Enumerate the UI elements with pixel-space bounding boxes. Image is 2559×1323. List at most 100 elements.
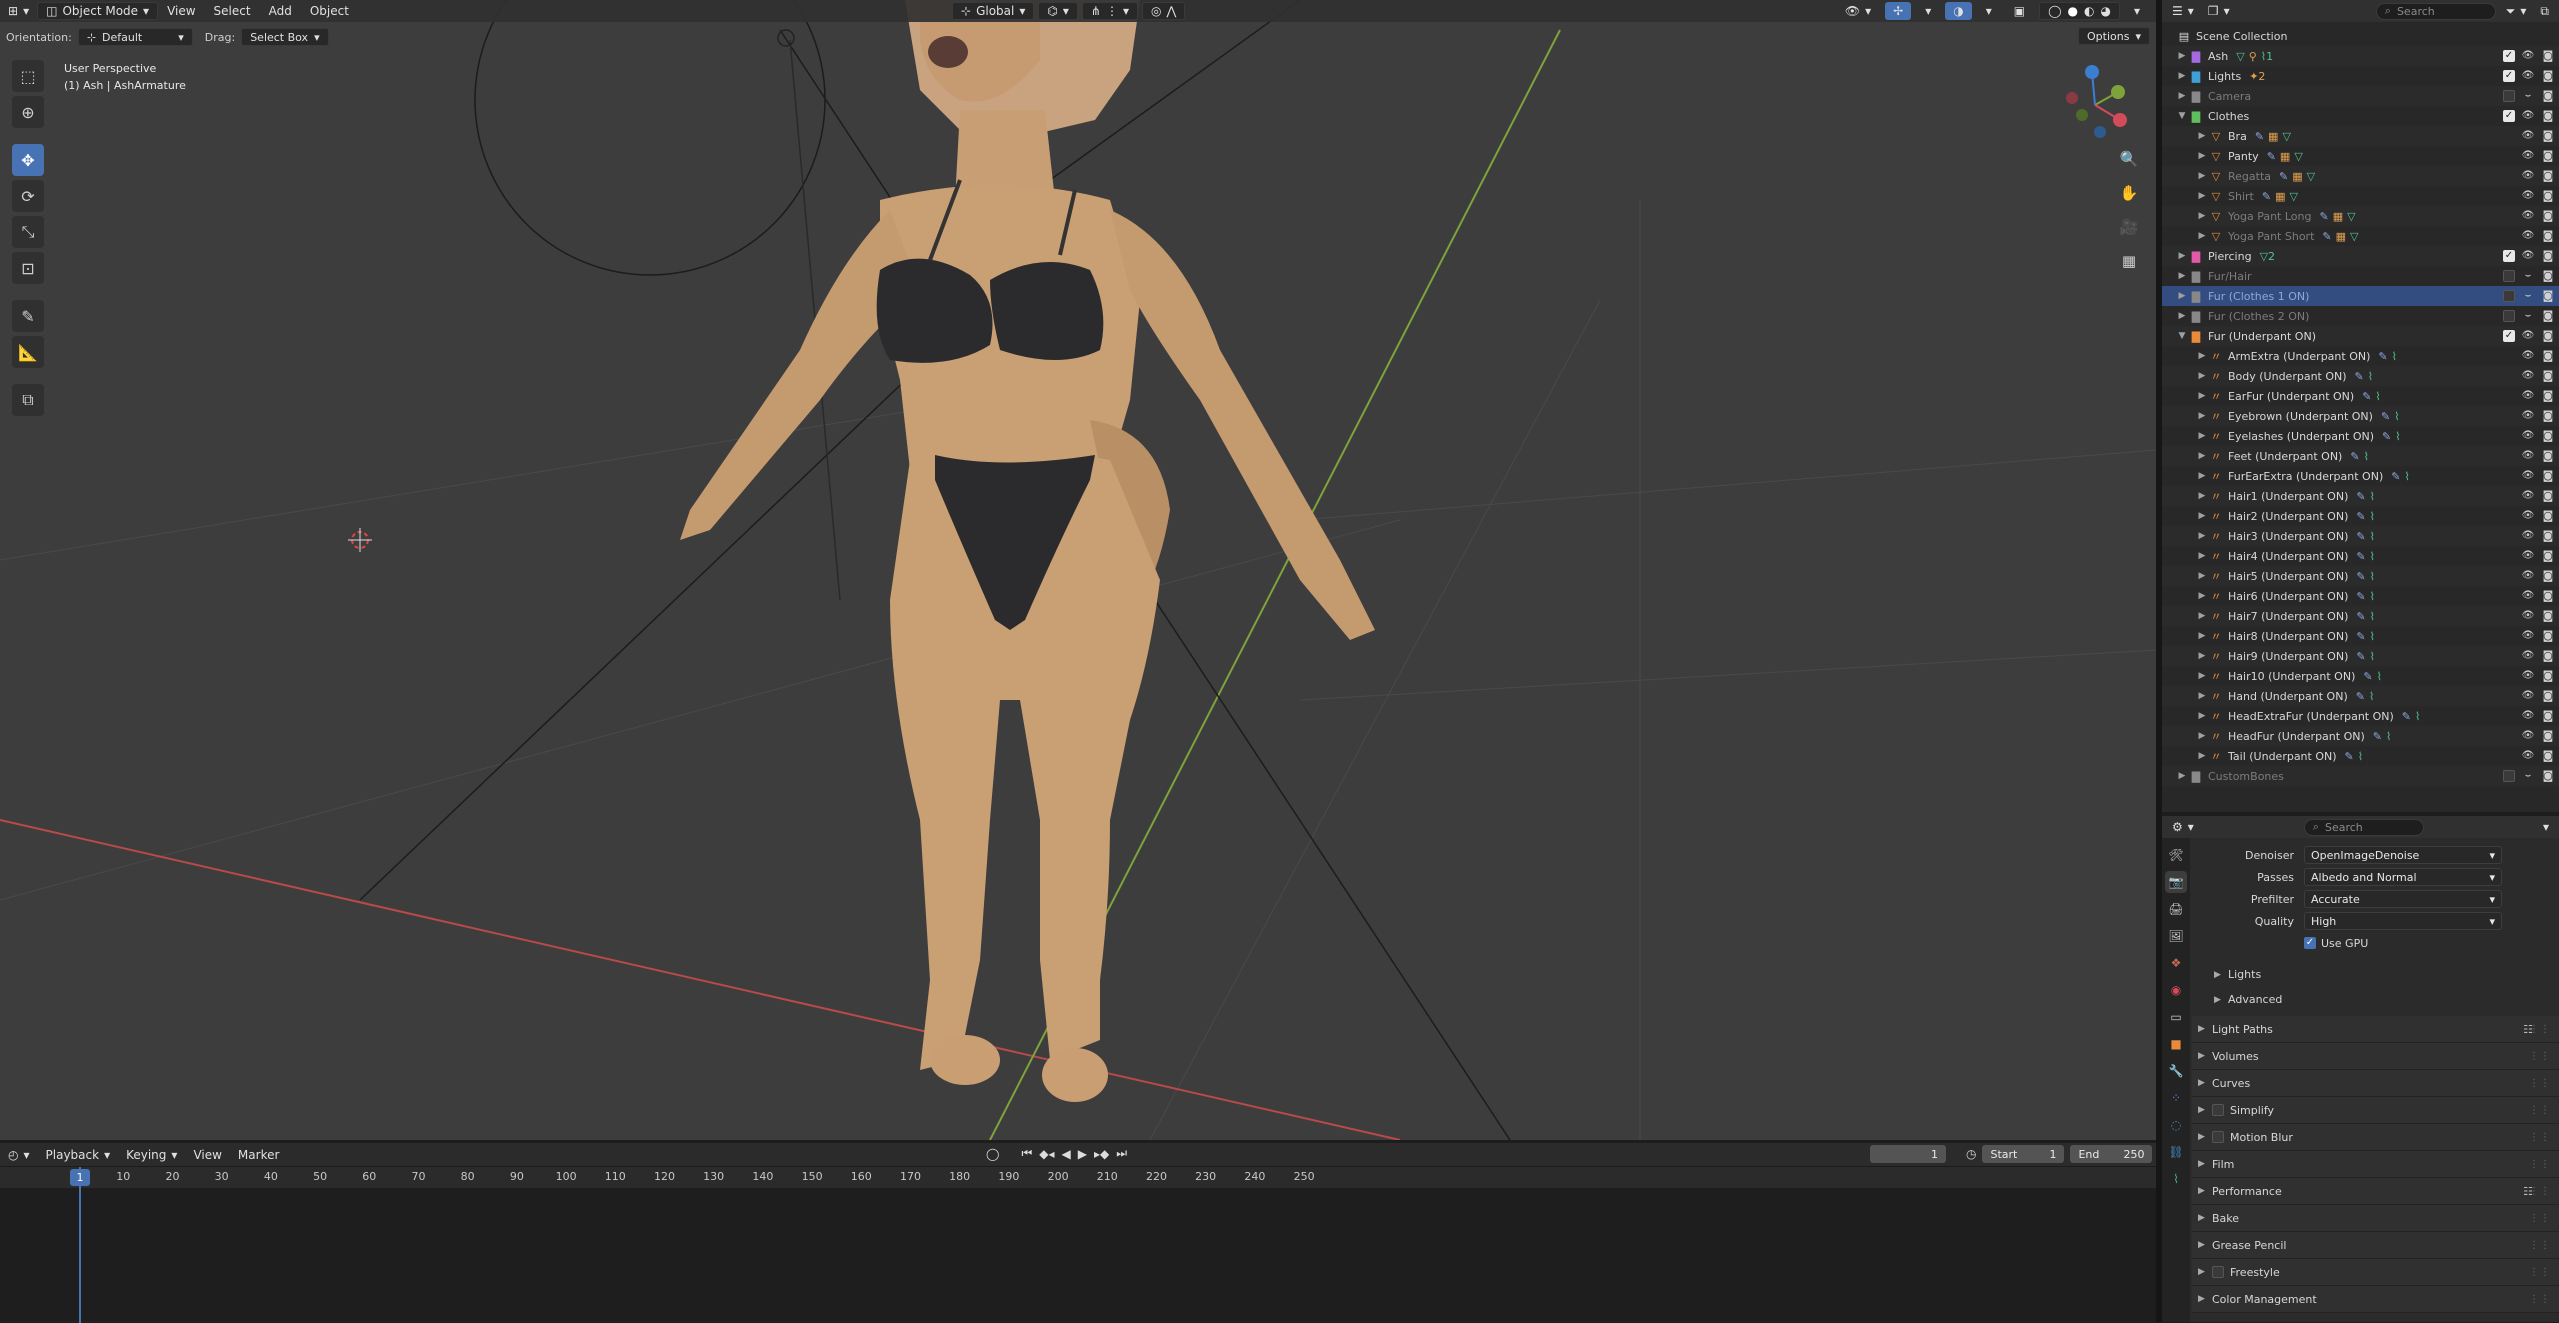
- scene-collection-row[interactable]: ▤ Scene Collection: [2162, 26, 2559, 46]
- menu-add[interactable]: Add: [260, 2, 301, 20]
- chevron-right-icon[interactable]: ▶: [2196, 711, 2208, 721]
- render-camera-icon[interactable]: ◙: [2541, 409, 2555, 422]
- child-data-icon[interactable]: ▦: [2268, 130, 2278, 143]
- drag-handle-icon[interactable]: ⋮⋮: [2529, 1267, 2551, 1278]
- child-data-icon[interactable]: ▽: [2350, 230, 2358, 243]
- drag-handle-icon[interactable]: ⋮⋮: [2529, 1051, 2551, 1062]
- eye-icon[interactable]: 👁: [2521, 430, 2535, 441]
- eye-icon[interactable]: 👁: [2521, 510, 2535, 521]
- chevron-right-icon[interactable]: ▶: [2196, 491, 2208, 501]
- panel-enable-checkbox[interactable]: [2212, 1104, 2224, 1116]
- eye-icon[interactable]: 👁: [2521, 730, 2535, 741]
- chevron-right-icon[interactable]: ▶: [2196, 651, 2208, 661]
- outliner-row-body-underpant-on[interactable]: ▶ 〃 Body (Underpant ON) ✎ ⌇ 👁 ◙: [2162, 366, 2559, 386]
- panel-enable-checkbox[interactable]: [2212, 1131, 2224, 1143]
- child-data-icon[interactable]: ⌇: [2370, 490, 2375, 503]
- tab-object[interactable]: ■: [2165, 1033, 2187, 1055]
- outliner-row-armextra-underpant-on[interactable]: ▶ 〃 ArmExtra (Underpant ON) ✎ ⌇ 👁 ◙: [2162, 346, 2559, 366]
- tab-data[interactable]: ⌇: [2165, 1168, 2187, 1190]
- tab-modifiers[interactable]: 🔧: [2165, 1060, 2187, 1082]
- child-data-icon[interactable]: ⌇: [2415, 710, 2420, 723]
- mode-dropdown[interactable]: ◫ Object Mode ▾: [37, 2, 159, 20]
- render-camera-icon[interactable]: ◙: [2541, 709, 2555, 722]
- outliner-row-lights[interactable]: ▶ ▇ Lights ✦2 ✓ 👁 ◙: [2162, 66, 2559, 86]
- child-data-icon[interactable]: ✎: [2355, 370, 2364, 383]
- chevron-right-icon[interactable]: ▶: [2176, 291, 2188, 301]
- eye-icon[interactable]: 👁: [2521, 610, 2535, 621]
- drag-handle-icon[interactable]: ⋮⋮: [2529, 1186, 2551, 1197]
- transform-orientation-dropdown[interactable]: ⊹ Global ▾: [952, 2, 1035, 20]
- child-data-icon[interactable]: ✎: [2356, 490, 2365, 503]
- play-icon[interactable]: ▶: [1078, 1147, 1087, 1161]
- jump-end-icon[interactable]: ⏭: [1116, 1146, 1127, 1161]
- exclude-checkbox[interactable]: ✓: [2503, 109, 2515, 122]
- outliner-row-hair1-underpant-on[interactable]: ▶ 〃 Hair1 (Underpant ON) ✎ ⌇ 👁 ◙: [2162, 486, 2559, 506]
- wireframe-shading-icon[interactable]: ◯: [2048, 4, 2061, 18]
- start-frame-field[interactable]: Start 1: [1982, 1145, 2065, 1163]
- child-data-icon[interactable]: ✎: [2391, 470, 2400, 483]
- render-camera-icon[interactable]: ◙: [2541, 429, 2555, 442]
- chevron-right-icon[interactable]: ▶: [2196, 471, 2208, 481]
- outliner-row-camera[interactable]: ▶ ▇ Camera ⌣ ◙: [2162, 86, 2559, 106]
- shading-dropdown[interactable]: ▾: [2126, 2, 2148, 20]
- material-shading-icon[interactable]: ◐: [2084, 4, 2094, 18]
- render-camera-icon[interactable]: ◙: [2541, 169, 2555, 182]
- render-camera-icon[interactable]: ◙: [2541, 109, 2555, 122]
- outliner-row-hand-underpant-on[interactable]: ▶ 〃 Hand (Underpant ON) ✎ ⌇ 👁 ◙: [2162, 686, 2559, 706]
- render-camera-icon[interactable]: ◙: [2541, 449, 2555, 462]
- outliner-row-hair8-underpant-on[interactable]: ▶ 〃 Hair8 (Underpant ON) ✎ ⌇ 👁 ◙: [2162, 626, 2559, 646]
- playhead-line[interactable]: [79, 1167, 81, 1323]
- overlays-toggle[interactable]: ◑: [1945, 2, 1972, 20]
- add-cube-tool[interactable]: ⧉: [12, 384, 44, 416]
- outliner-row-bra[interactable]: ▶ ▽ Bra ✎ ▦ ▽ 👁 ◙: [2162, 126, 2559, 146]
- outliner-row-hair6-underpant-on[interactable]: ▶ 〃 Hair6 (Underpant ON) ✎ ⌇ 👁 ◙: [2162, 586, 2559, 606]
- eye-icon[interactable]: 👁: [2521, 230, 2535, 241]
- record-icon[interactable]: ◯: [986, 1147, 999, 1161]
- outliner-row-shirt[interactable]: ▶ ▽ Shirt ✎ ▦ ▽ 👁 ◙: [2162, 186, 2559, 206]
- render-camera-icon[interactable]: ◙: [2541, 129, 2555, 142]
- tab-constraints[interactable]: ⛓: [2165, 1141, 2187, 1163]
- child-data-icon[interactable]: ✎: [2345, 750, 2354, 763]
- chevron-right-icon[interactable]: ▶: [2196, 191, 2208, 201]
- outliner-row-headfur-underpant-on[interactable]: ▶ 〃 HeadFur (Underpant ON) ✎ ⌇ 👁 ◙: [2162, 726, 2559, 746]
- pivot-dropdown[interactable]: ⌬ ▾: [1038, 2, 1078, 20]
- proportional-edit-toggle[interactable]: ◎ ⋀: [1141, 2, 1186, 20]
- render-camera-icon[interactable]: ◙: [2541, 249, 2555, 262]
- outliner-row-feet-underpant-on[interactable]: ▶ 〃 Feet (Underpant ON) ✎ ⌇ 👁 ◙: [2162, 446, 2559, 466]
- chevron-right-icon[interactable]: ▶: [2196, 171, 2208, 181]
- gizmo-dropdown[interactable]: ▾: [1917, 2, 1939, 20]
- child-data-icon[interactable]: ▦: [2333, 210, 2343, 223]
- child-data-icon[interactable]: ✎: [2356, 630, 2365, 643]
- child-data-icon[interactable]: ✎: [2362, 390, 2371, 403]
- child-data-icon[interactable]: ▦: [2292, 170, 2302, 183]
- outliner-row-hair9-underpant-on[interactable]: ▶ 〃 Hair9 (Underpant ON) ✎ ⌇ 👁 ◙: [2162, 646, 2559, 666]
- quality-dropdown[interactable]: High ▾: [2304, 912, 2502, 930]
- navigation-gizmo[interactable]: [2050, 60, 2140, 150]
- chevron-right-icon[interactable]: ▶: [2196, 511, 2208, 521]
- exclude-checkbox[interactable]: [2503, 769, 2515, 782]
- chevron-right-icon[interactable]: ▶: [2196, 631, 2208, 641]
- properties-options-dropdown[interactable]: ▾: [2539, 818, 2553, 836]
- properties-search-input[interactable]: ⌕ Search: [2303, 818, 2424, 836]
- panel-film[interactable]: ▶ Film ⋮⋮: [2192, 1151, 2559, 1178]
- child-data-icon[interactable]: ⌇: [2395, 430, 2400, 443]
- chevron-right-icon[interactable]: ▶: [2196, 571, 2208, 581]
- visibility-dropdown[interactable]: 👁 ▾: [1837, 2, 1879, 20]
- render-camera-icon[interactable]: ◙: [2541, 489, 2555, 502]
- pan-button[interactable]: ✋: [2116, 180, 2142, 206]
- eye-icon[interactable]: 👁: [2521, 170, 2535, 181]
- scale-tool[interactable]: ⤡: [12, 216, 44, 248]
- outliner-row-fur-clothes-1-on[interactable]: ▶ ▇ Fur (Clothes 1 ON) ⌣ ◙: [2162, 286, 2559, 306]
- child-data-icon[interactable]: ✎: [2350, 450, 2359, 463]
- outliner-editor-type-button[interactable]: ☰ ▾: [2168, 2, 2198, 20]
- eye-icon[interactable]: 👁: [2521, 390, 2535, 401]
- drag-handle-icon[interactable]: ⋮⋮: [2529, 1213, 2551, 1224]
- drag-dropdown[interactable]: Select Box ▾: [241, 28, 329, 46]
- render-camera-icon[interactable]: ◙: [2541, 729, 2555, 742]
- render-camera-icon[interactable]: ◙: [2541, 389, 2555, 402]
- prev-keyframe-icon[interactable]: ◆◂: [1039, 1147, 1054, 1161]
- child-data-icon[interactable]: ✎: [2255, 130, 2264, 143]
- render-camera-icon[interactable]: ◙: [2541, 149, 2555, 162]
- rendered-shading-icon[interactable]: ◕: [2100, 4, 2110, 18]
- subpanel-lights[interactable]: ▶ Lights: [2192, 962, 2559, 987]
